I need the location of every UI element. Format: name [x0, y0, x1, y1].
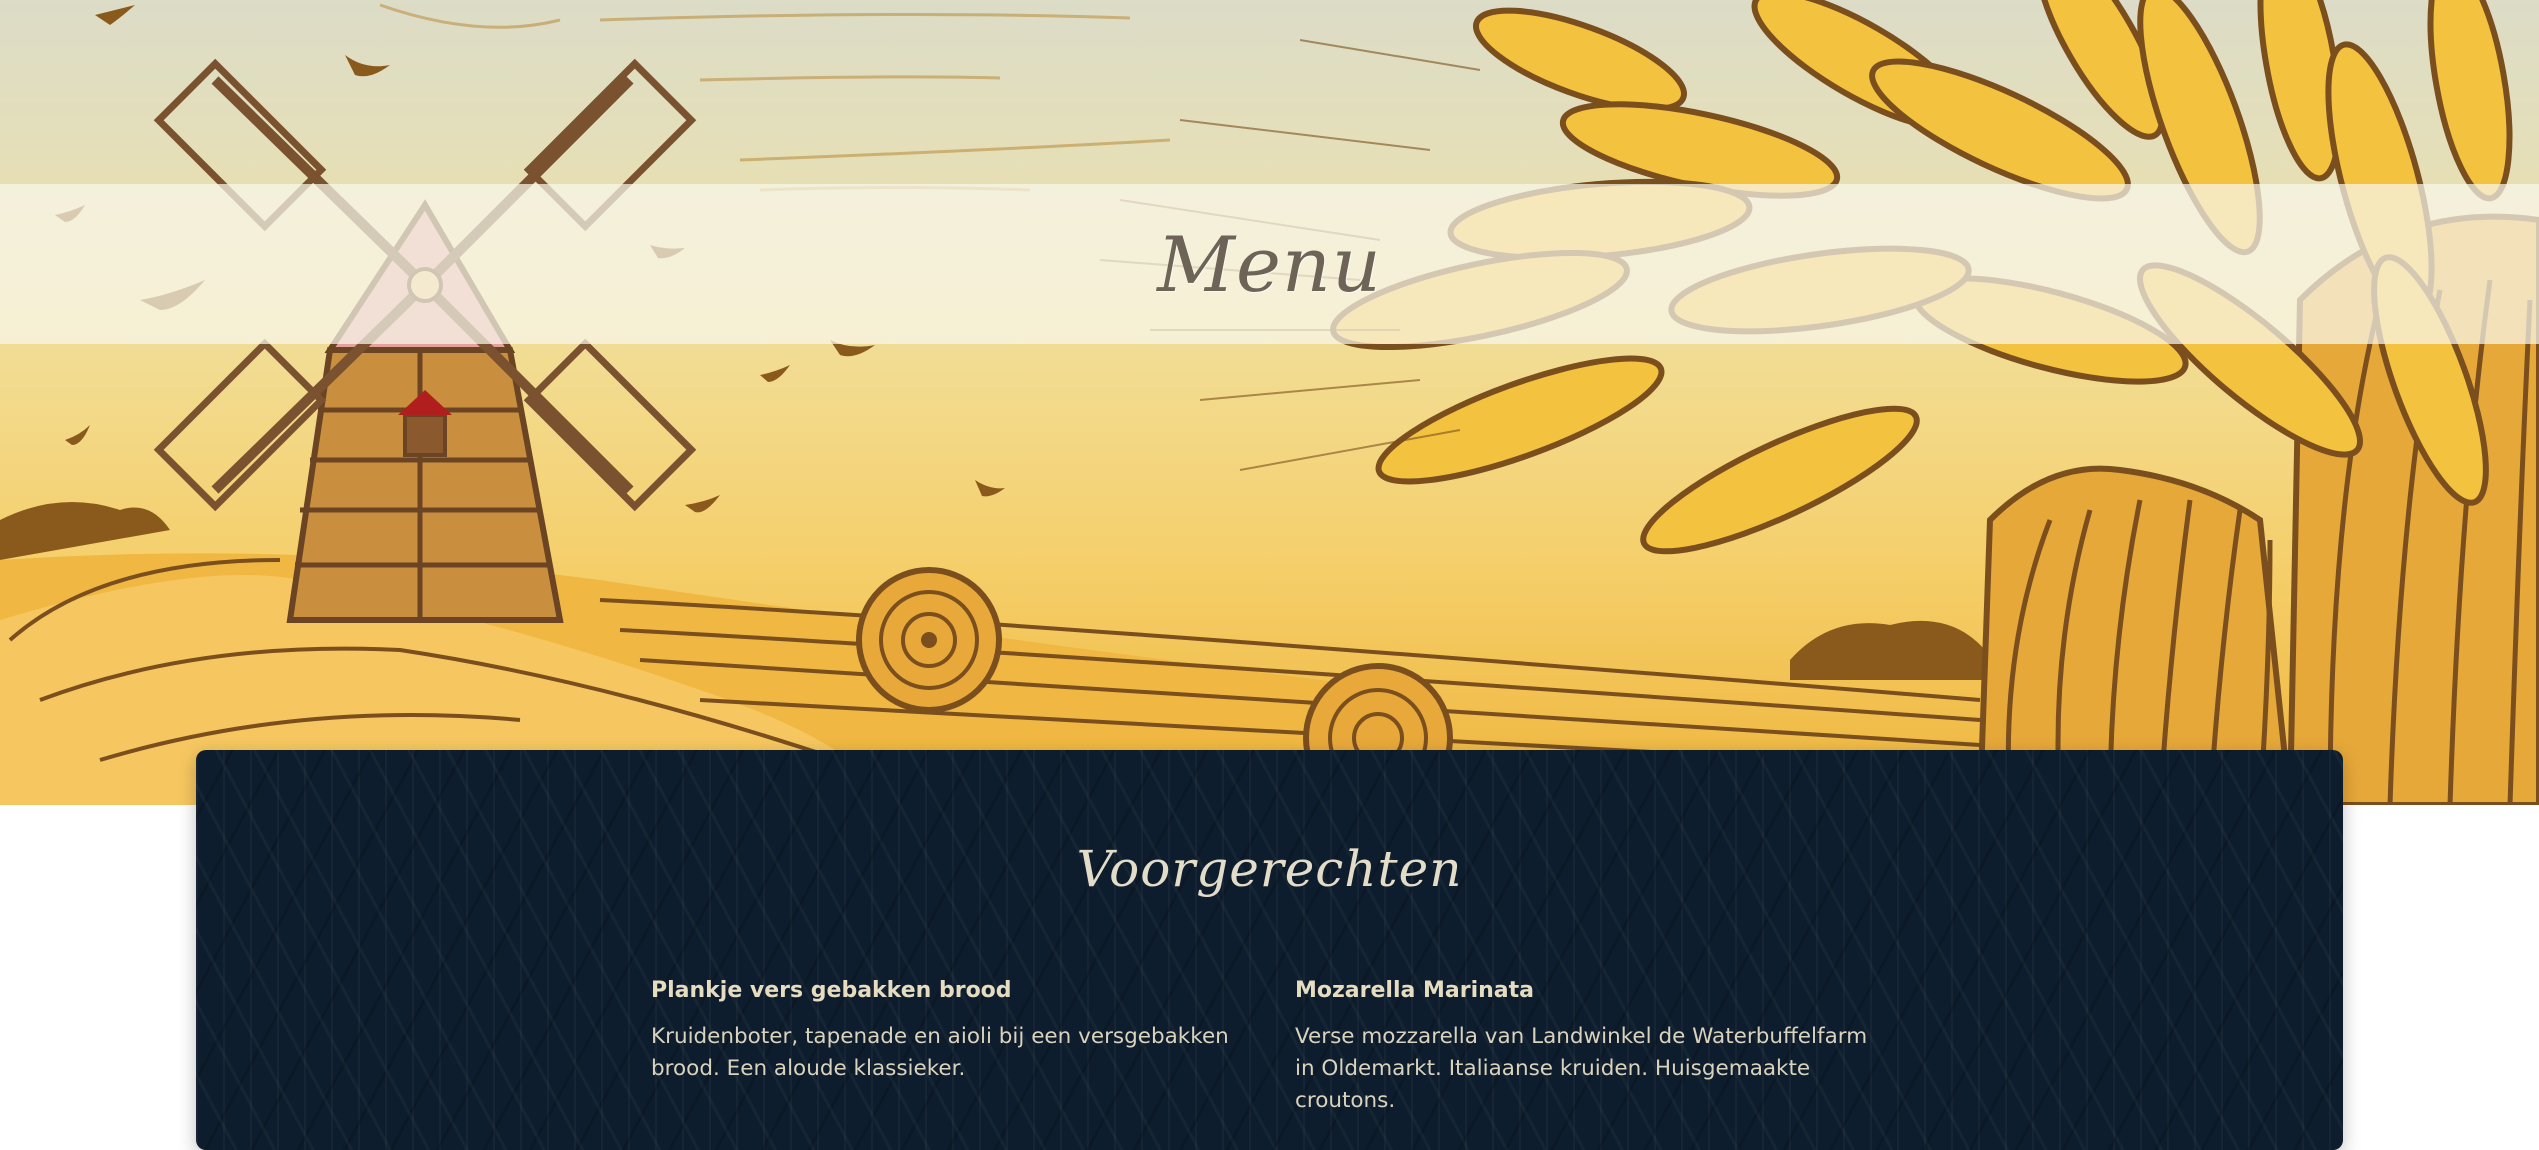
menu-section-card: Voorgerechten Plankje vers gebakken broo… [196, 750, 2343, 1150]
bush [1790, 620, 1985, 680]
bush [0, 502, 170, 560]
section-title: Voorgerechten [1076, 840, 1463, 898]
menu-title: Menu [1157, 219, 1382, 309]
hay-bale-icon [856, 567, 1002, 713]
sky-streaks [379, 3, 1171, 192]
dish-name: Mozarella Marinata [1295, 978, 1535, 1003]
dish-description: Verse mozzarella van Landwinkel de Water… [1295, 1024, 1868, 1113]
menu-item: Plankje vers gebakken brood Kruidenboter… [651, 978, 1241, 1085]
menu-item: Mozarella Marinata Verse mozzarella van … [1295, 978, 1885, 1117]
menu-title-band: Menu [0, 184, 2539, 344]
dish-description: Kruidenboter, tapenade en aioli bij een … [651, 1024, 1229, 1081]
farm-landscape-illustration [0, 0, 2539, 805]
hero-banner: Menu [0, 0, 2539, 805]
dish-name: Plankje vers gebakken brood [651, 978, 1012, 1003]
